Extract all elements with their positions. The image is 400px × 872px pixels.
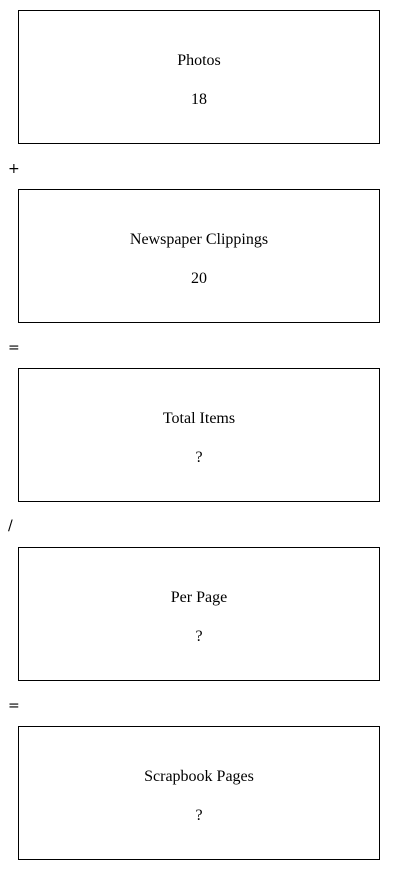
divide-operator: / <box>8 518 13 534</box>
box-value: 18 <box>191 91 207 108</box>
box-label: Total Items <box>162 410 236 427</box>
box-total-items: Total Items ? <box>18 368 380 502</box>
box-photos: Photos 18 <box>18 10 380 144</box>
box-label: Scrapbook Pages <box>144 768 254 785</box>
box-value: ? <box>195 807 203 824</box>
box-value: 20 <box>191 270 207 287</box>
box-newspaper-clippings: Newspaper Clippings 20 <box>18 189 380 323</box>
box-per-page: Per Page ? <box>18 547 380 681</box>
box-value: ? <box>195 628 203 645</box>
plus-operator: + <box>8 161 20 177</box>
equals-operator: = <box>8 698 20 714</box>
box-scrapbook-pages: Scrapbook Pages ? <box>18 726 380 860</box>
box-label: Newspaper Clippings <box>129 231 269 248</box>
box-value: ? <box>195 449 203 466</box>
box-label: Per Page <box>170 589 228 606</box>
equals-operator: = <box>8 340 20 356</box>
box-label: Photos <box>177 52 221 69</box>
